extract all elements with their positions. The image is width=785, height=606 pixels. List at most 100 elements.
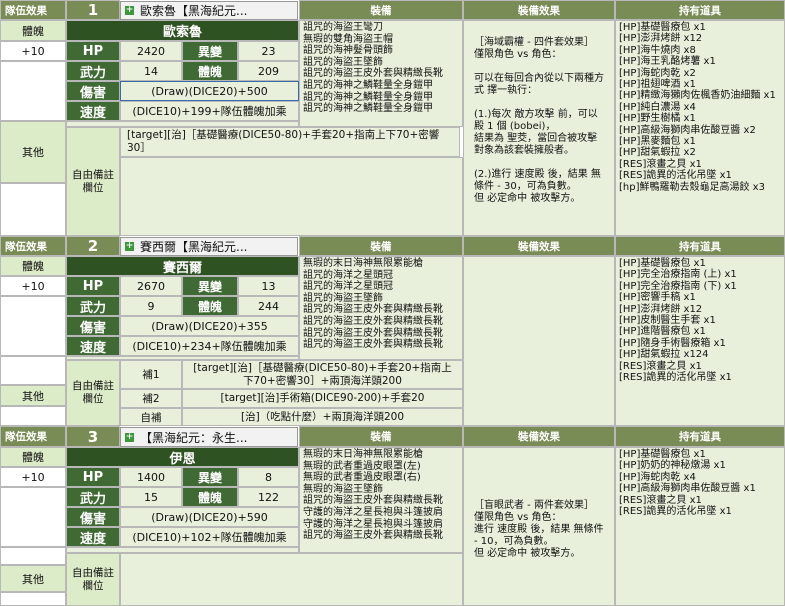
character-block-2: 隊伍效果 2 + 賽西爾【黑海紀元... 裝備 裝備效果 持有道具 體魄 +10… <box>0 236 785 426</box>
hp-label: HP <box>66 41 120 61</box>
physique-label: 體魄 <box>182 296 238 316</box>
mutation-value[interactable]: 13 <box>238 276 299 296</box>
items-header: 持有道具 <box>615 236 785 256</box>
supplement-1-value[interactable]: [target][治]［基礎醫療(DICE50-80)+手套20+指南上下70+… <box>182 360 463 389</box>
strength-value[interactable]: 9 <box>120 296 182 316</box>
character-name: 歐索魯 <box>66 20 299 41</box>
character-number: 3 <box>66 426 120 447</box>
team-effect-header: 隊伍效果 <box>0 426 66 447</box>
supplement-2-label: 補2 <box>120 389 182 408</box>
other-label: 其他 <box>0 385 66 406</box>
hp-value[interactable]: 2420 <box>120 41 182 61</box>
free-note-label: 自由備註 欄位 <box>66 127 120 236</box>
mutation-label: 異變 <box>182 467 238 487</box>
speed-value[interactable]: (DICE10)+102+隊伍體魄加乘 <box>120 527 299 547</box>
strength-label: 武力 <box>66 296 120 316</box>
items-list[interactable]: [HP]基礎醫療包 x1 [HP]澎湃烤餅 x12 [HP]海牛燒肉 x8 [H… <box>615 20 785 236</box>
soul-label: 體魄 <box>0 20 66 41</box>
mutation-value[interactable]: 8 <box>238 467 299 487</box>
blank-cell[interactable] <box>0 356 66 385</box>
supplement-2-value[interactable]: [target][治]手術箱(DICE90-200)+手套20 <box>182 389 463 408</box>
strength-label: 武力 <box>66 487 120 507</box>
hp-label: HP <box>66 467 120 487</box>
speed-label: 速度 <box>66 336 120 356</box>
soul-value[interactable]: +10 <box>0 276 66 296</box>
damage-value[interactable]: (Draw)(DICE20)+590 <box>120 507 299 527</box>
physique-label: 體魄 <box>182 61 238 81</box>
damage-label: 傷害 <box>66 81 120 101</box>
soul-value[interactable]: +10 <box>0 467 66 487</box>
items-header: 持有道具 <box>615 0 785 20</box>
strength-label: 武力 <box>66 61 120 81</box>
free-note-value[interactable]: [target][治]［基礎醫療(DICE50-80)+手套20+指南上下70+… <box>120 127 460 157</box>
items-header: 持有道具 <box>615 426 785 447</box>
blank-cell[interactable] <box>0 406 66 426</box>
mutation-label: 異變 <box>182 41 238 61</box>
hp-value[interactable]: 1400 <box>120 467 182 487</box>
other-label: 其他 <box>0 121 66 183</box>
free-note-label: 自由備註 欄位 <box>66 360 120 426</box>
equipment-effect-header: 裝備效果 <box>463 426 615 447</box>
mutation-value[interactable]: 23 <box>238 41 299 61</box>
items-list[interactable]: [HP]基礎醫療包 x1 [HP]完全治療指南 (上) x1 [HP]完全治療指… <box>615 256 785 426</box>
speed-value[interactable]: (DICE10)+234+隊伍體魄加乘 <box>120 336 299 356</box>
hp-label: HP <box>66 276 120 296</box>
equipment-effect-text[interactable] <box>463 256 615 426</box>
blank-cell[interactable] <box>0 296 66 356</box>
character-number: 2 <box>66 236 120 256</box>
mutation-label: 異變 <box>182 276 238 296</box>
damage-label: 傷害 <box>66 316 120 336</box>
team-effect-header: 隊伍效果 <box>0 0 66 20</box>
equipment-list[interactable]: 詛咒的海盜王彎刀 無瑕的雙角海盜王帽 詛咒的海神髮骨頭飾 詛咒的海盜王墜飾 詛咒… <box>299 20 463 127</box>
blank-cell[interactable] <box>0 183 66 236</box>
character-tab[interactable]: + 賽西爾【黑海紀元... <box>120 237 298 256</box>
soul-label: 體魄 <box>0 256 66 276</box>
blank-cell[interactable] <box>120 553 463 606</box>
strength-value[interactable]: 14 <box>120 61 182 81</box>
damage-value[interactable]: (Draw)(DICE20)+500 <box>120 81 299 101</box>
equipment-effect-header: 裝備效果 <box>463 0 615 20</box>
equipment-list[interactable]: 無瑕的末日海神無限累能槍 無瑕的武者重過皮眼罩(左) 無瑕的武者重過皮眼罩(右)… <box>299 447 463 553</box>
equipment-effect-header: 裝備效果 <box>463 236 615 256</box>
team-effect-header: 隊伍效果 <box>0 236 66 256</box>
character-tab-label: 【黑海紀元：永生... <box>140 430 248 445</box>
character-name: 伊恩 <box>66 447 299 467</box>
blank-cell[interactable] <box>0 592 66 606</box>
physique-label: 體魄 <box>182 487 238 507</box>
hp-value[interactable]: 2670 <box>120 276 182 296</box>
blank-cell[interactable] <box>0 547 66 565</box>
character-number: 1 <box>66 0 120 20</box>
physique-value[interactable]: 209 <box>238 61 299 81</box>
speed-value[interactable]: (DICE10)+199+隊伍體魄加乘 <box>120 101 299 121</box>
equipment-header: 裝備 <box>299 0 463 20</box>
physique-value[interactable]: 122 <box>238 487 299 507</box>
equipment-header: 裝備 <box>299 426 463 447</box>
equipment-effect-text[interactable]: ［盲眼武者 - 兩件套效果］ 僅限角色 vs 角色： 進行 速度殿 後，結果 無… <box>463 447 615 606</box>
self-heal-label: 自補 <box>120 408 182 426</box>
speed-label: 速度 <box>66 101 120 121</box>
blank-cell[interactable] <box>0 487 66 547</box>
expand-plus-icon[interactable]: + <box>125 242 134 251</box>
expand-plus-icon[interactable]: + <box>125 432 134 442</box>
character-tab[interactable]: + 歐索魯【黑海紀元... <box>120 1 298 20</box>
physique-value[interactable]: 244 <box>238 296 299 316</box>
damage-value[interactable]: (Draw)(DICE20)+355 <box>120 316 299 336</box>
expand-plus-icon[interactable]: + <box>125 6 134 15</box>
blank-cell[interactable] <box>120 157 463 236</box>
supplement-1-label: 補1 <box>120 360 182 389</box>
other-label: 其他 <box>0 565 66 592</box>
soul-value[interactable]: +10 <box>0 41 66 61</box>
strength-value[interactable]: 15 <box>120 487 182 507</box>
equipment-list[interactable]: 無瑕的末日海神無限累能槍 詛咒的海洋之星頭冠 詛咒的海洋之星頭冠 詛咒的海盜王墜… <box>299 256 463 360</box>
character-tab-label: 賽西爾【黑海紀元... <box>140 240 248 254</box>
self-heal-value[interactable]: [治]（吃點什麼）+兩頂海洋頭200 <box>182 408 463 426</box>
items-list[interactable]: [HP]基礎醫療包 x1 [HP]奶奶的神秘燉湯 x1 [HP]海蛇肉乾 x4 … <box>615 447 785 606</box>
damage-label: 傷害 <box>66 507 120 527</box>
character-tab[interactable]: + 【黑海紀元：永生... <box>120 427 298 447</box>
speed-label: 速度 <box>66 527 120 547</box>
character-block-3: 隊伍效果 3 + 【黑海紀元：永生... 裝備 裝備效果 持有道具 體魄 +10… <box>0 426 785 606</box>
blank-cell[interactable] <box>0 61 66 121</box>
soul-label: 體魄 <box>0 447 66 467</box>
free-note-label: 自由備註 欄位 <box>66 553 120 606</box>
equipment-effect-text[interactable]: ［海域霸權 - 四件套效果］ 僅限角色 vs 角色： 可以在每回合內從以下兩種方… <box>463 20 615 236</box>
